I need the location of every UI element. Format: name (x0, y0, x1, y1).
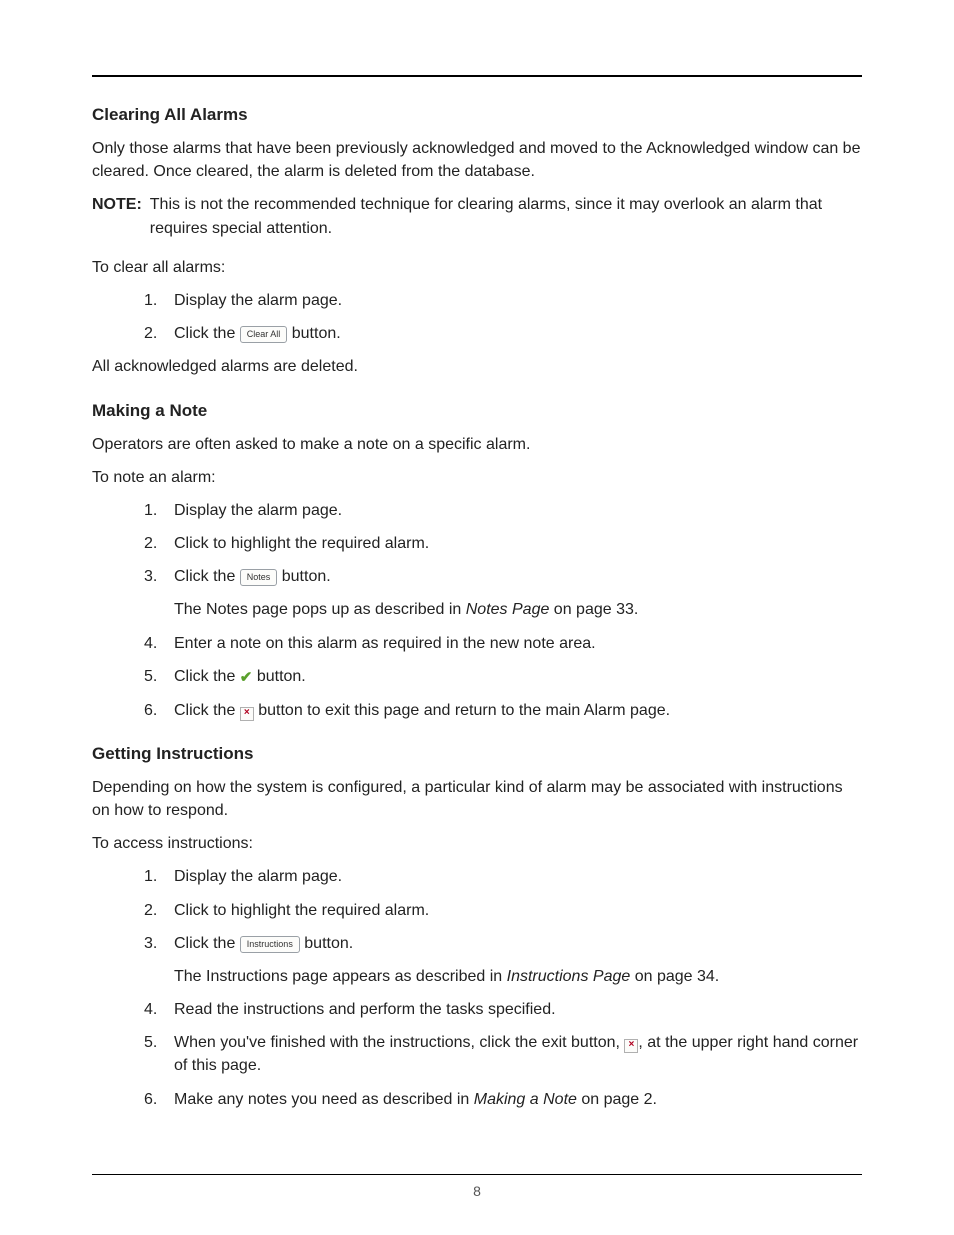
step-item: 4. Enter a note on this alarm as require… (92, 632, 862, 655)
bottom-horizontal-rule (92, 1174, 862, 1175)
step-item: 2. Click to highlight the required alarm… (92, 532, 862, 555)
page-number: 8 (0, 1183, 954, 1199)
step-text: button. (277, 568, 330, 585)
close-icon[interactable]: × (240, 707, 254, 721)
clear-all-button[interactable]: Clear All (240, 326, 288, 343)
step-item: 1. Display the alarm page. (92, 289, 862, 312)
step-number: 1. (144, 289, 157, 312)
paragraph: All acknowledged alarms are deleted. (92, 355, 862, 378)
note-label: NOTE: (92, 193, 142, 239)
step-number: 6. (144, 1088, 157, 1111)
step-text: Click the (174, 668, 240, 685)
step-text: Click the (174, 568, 240, 585)
step-text: on page 2. (577, 1091, 657, 1108)
ordered-steps: 1. Display the alarm page. 2. Click the … (92, 289, 862, 345)
step-item: 2. Click the Clear All button. (92, 322, 862, 345)
step-text: Enter a note on this alarm as required i… (174, 635, 596, 652)
step-text: Click to highlight the required alarm. (174, 535, 429, 552)
step-item: 6. Make any notes you need as described … (92, 1088, 862, 1111)
step-text: Display the alarm page. (174, 292, 342, 309)
paragraph: To note an alarm: (92, 466, 862, 489)
step-number: 3. (144, 932, 157, 955)
step-text: Display the alarm page. (174, 868, 342, 885)
reference-link: Instructions Page (507, 968, 631, 985)
step-number: 4. (144, 632, 157, 655)
text: on page 33. (549, 601, 638, 618)
notes-button[interactable]: Notes (240, 569, 278, 586)
step-text: Click to highlight the required alarm. (174, 902, 429, 919)
step-text: Read the instructions and perform the ta… (174, 1001, 556, 1018)
heading-getting-instructions: Getting Instructions (92, 744, 862, 764)
step-text: button. (287, 325, 340, 342)
step-number: 1. (144, 865, 157, 888)
step-number: 2. (144, 899, 157, 922)
step-number: 5. (144, 665, 157, 688)
note-text: This is not the recommended technique fo… (150, 193, 862, 239)
ordered-steps: 1. Display the alarm page. 2. Click to h… (92, 865, 862, 1111)
instructions-button[interactable]: Instructions (240, 936, 300, 953)
top-horizontal-rule (92, 75, 862, 77)
step-text: Display the alarm page. (174, 502, 342, 519)
step-sub-text: The Instructions page appears as describ… (174, 965, 862, 988)
text: on page 34. (630, 968, 719, 985)
step-item: 5. Click the ✔ button. (92, 665, 862, 689)
step-item: 6. Click the × button to exit this page … (92, 699, 862, 722)
paragraph: To clear all alarms: (92, 256, 862, 279)
checkmark-icon[interactable]: ✔ (240, 667, 253, 689)
step-number: 3. (144, 565, 157, 588)
text: The Instructions page appears as describ… (174, 968, 507, 985)
step-text: Click the (174, 325, 240, 342)
step-number: 5. (144, 1031, 157, 1054)
step-number: 2. (144, 532, 157, 555)
step-item: 5. When you've finished with the instruc… (92, 1031, 862, 1077)
heading-clearing-all-alarms: Clearing All Alarms (92, 105, 862, 125)
step-number: 4. (144, 998, 157, 1021)
heading-making-a-note: Making a Note (92, 401, 862, 421)
step-sub-text: The Notes page pops up as described in N… (174, 598, 862, 621)
step-item: 1. Display the alarm page. (92, 499, 862, 522)
reference-link: Making a Note (474, 1091, 577, 1108)
step-text: Click the (174, 935, 240, 952)
note-block: NOTE: This is not the recommended techni… (92, 193, 862, 239)
step-text: Click the (174, 702, 240, 719)
step-number: 2. (144, 322, 157, 345)
close-icon[interactable]: × (624, 1039, 638, 1053)
step-item: 1. Display the alarm page. (92, 865, 862, 888)
step-number: 6. (144, 699, 157, 722)
paragraph: Only those alarms that have been previou… (92, 137, 862, 183)
step-number: 1. (144, 499, 157, 522)
document-page: Clearing All Alarms Only those alarms th… (0, 0, 954, 1235)
text: The Notes page pops up as described in (174, 601, 466, 618)
step-item: 4. Read the instructions and perform the… (92, 998, 862, 1021)
step-item: 3. Click the Instructions button. The In… (92, 932, 862, 988)
step-text: button. (300, 935, 353, 952)
step-item: 3. Click the Notes button. The Notes pag… (92, 565, 862, 621)
paragraph: Operators are often asked to make a note… (92, 433, 862, 456)
reference-link: Notes Page (466, 601, 550, 618)
paragraph: To access instructions: (92, 832, 862, 855)
step-item: 2. Click to highlight the required alarm… (92, 899, 862, 922)
paragraph: Depending on how the system is configure… (92, 776, 862, 822)
step-text: button. (252, 668, 305, 685)
step-text: Make any notes you need as described in (174, 1091, 474, 1108)
step-text: When you've finished with the instructio… (174, 1034, 624, 1051)
step-text: button to exit this page and return to t… (254, 702, 670, 719)
ordered-steps: 1. Display the alarm page. 2. Click to h… (92, 499, 862, 722)
